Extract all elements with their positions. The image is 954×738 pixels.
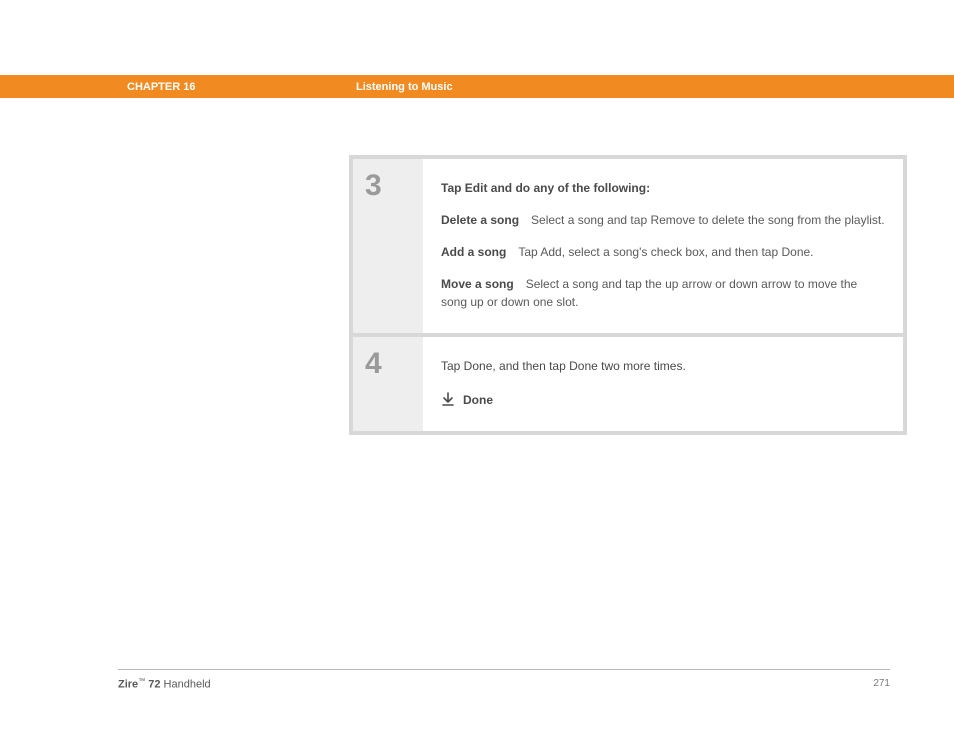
footer-divider <box>118 669 890 670</box>
step-number: 4 <box>365 349 423 379</box>
footer-product-num: 72 <box>145 679 163 691</box>
step-item-title: Move a song <box>441 277 514 291</box>
step-number: 3 <box>365 171 423 201</box>
step-item-text: Tap Add, select a song's check box, and … <box>518 245 813 259</box>
step-row: 4 Tap Done, and then tap Done two more t… <box>353 337 903 431</box>
step-content: Tap Edit and do any of the following: De… <box>423 159 903 333</box>
page-number: 271 <box>873 678 890 689</box>
step-text: Tap Done, and then tap Done two more tim… <box>441 357 885 375</box>
step-item: Delete a song Select a song and tap Remov… <box>441 211 885 229</box>
step-item-title: Add a song <box>441 245 506 259</box>
footer-product-rest: Handheld <box>164 679 211 691</box>
done-label: Done <box>463 391 493 409</box>
step-row: 3 Tap Edit and do any of the following: … <box>353 159 903 333</box>
footer-product-name: Zire <box>118 679 138 691</box>
step-content: Tap Done, and then tap Done two more tim… <box>423 337 903 431</box>
chapter-label: CHAPTER 16 <box>127 81 195 93</box>
step-item-title: Delete a song <box>441 213 519 227</box>
steps-container: 3 Tap Edit and do any of the following: … <box>349 155 907 435</box>
done-arrow-icon <box>441 392 455 408</box>
breadcrumb-label: Listening to Music <box>356 81 453 93</box>
step-item-text: Select a song and tap Remove to delete t… <box>531 213 885 227</box>
chapter-header-bar: CHAPTER 16 Listening to Music <box>0 75 954 98</box>
footer-product: Zire™ 72 Handheld <box>118 678 211 691</box>
step-item: Move a songSelect a song and tap the up … <box>441 275 885 311</box>
done-indicator: Done <box>441 391 885 409</box>
step-intro: Tap Edit and do any of the following: <box>441 179 885 197</box>
step-number-cell: 4 <box>353 337 423 431</box>
step-number-cell: 3 <box>353 159 423 333</box>
step-item: Add a song Tap Add, select a song's check… <box>441 243 885 261</box>
